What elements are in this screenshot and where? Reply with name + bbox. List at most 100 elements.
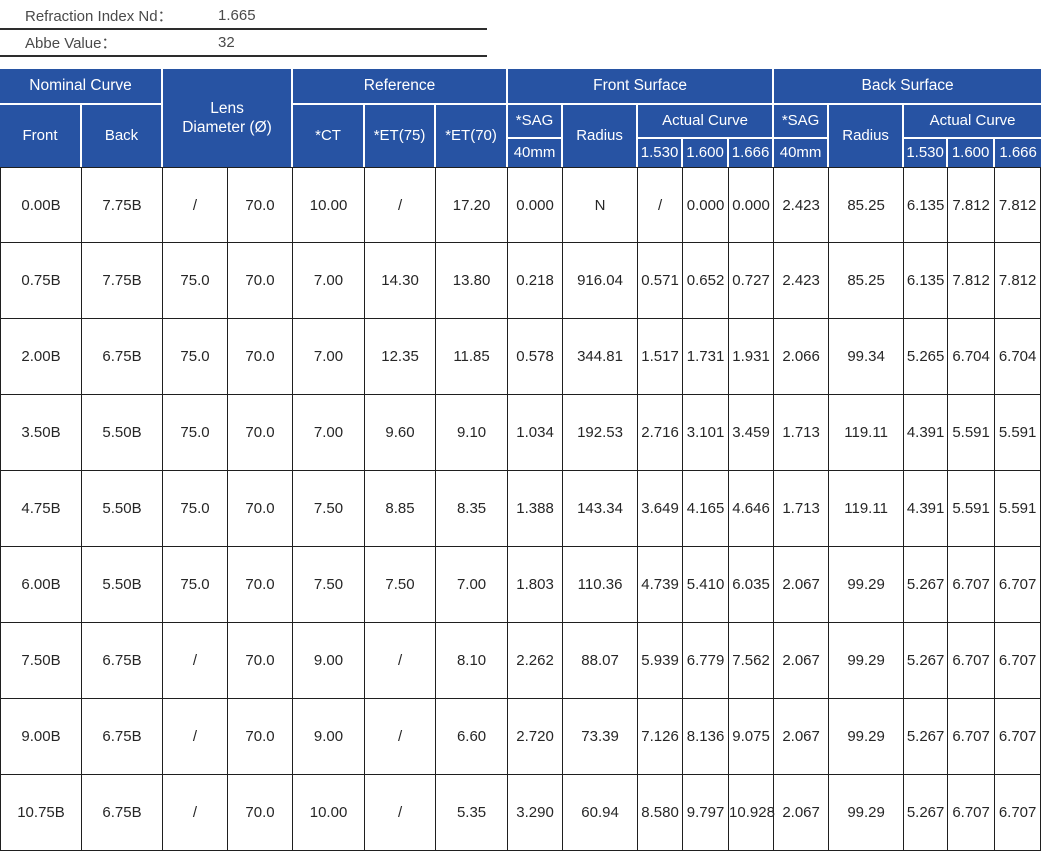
spec-cell: 4.739 [638, 547, 683, 623]
spec-cell: 3.649 [638, 471, 683, 547]
refraction-index-label: Refraction Index Nd： [25, 5, 218, 26]
spec-table-header: Nominal Curve Lens Diameter (Ø) Referenc… [0, 69, 1041, 167]
spec-cell: 85.25 [829, 167, 904, 243]
spec-cell: 5.591 [995, 471, 1041, 547]
spec-cell: 8.85 [365, 471, 436, 547]
spec-cell: / [365, 775, 436, 851]
spec-cell: 88.07 [563, 623, 638, 699]
spec-cell: 70.0 [228, 243, 293, 319]
spec-cell: 10.00 [293, 775, 365, 851]
header-back-sag: *SAG [774, 105, 829, 139]
spec-cell: 5.267 [904, 623, 948, 699]
spec-cell: 4.165 [683, 471, 729, 547]
material-info: Refraction Index Nd： 1.665 Abbe Value： 3… [0, 3, 487, 57]
spec-cell: 6.135 [904, 167, 948, 243]
header-front-actual-curve: Actual Curve [638, 105, 774, 139]
spec-cell: 9.10 [436, 395, 508, 471]
spec-cell: 75.0 [163, 471, 228, 547]
spec-table-body: 0.00B7.75B/70.010.00/17.200.000N/0.0000.… [0, 167, 1041, 851]
spec-cell: 3.101 [683, 395, 729, 471]
spec-cell: 7.812 [995, 243, 1041, 319]
spec-cell: 1.388 [508, 471, 563, 547]
header-et75: *ET(75) [365, 105, 436, 167]
spec-row: 4.75B5.50B75.070.07.508.858.351.388143.3… [0, 471, 1041, 547]
spec-cell: 7.50 [365, 547, 436, 623]
spec-cell: / [365, 699, 436, 775]
spec-cell: 0.218 [508, 243, 563, 319]
spec-cell: 8.136 [683, 699, 729, 775]
spec-cell: 11.85 [436, 319, 508, 395]
header-front-index-1666: 1.666 [729, 139, 774, 167]
spec-cell: 9.60 [365, 395, 436, 471]
spec-cell: 6.035 [729, 547, 774, 623]
spec-cell: 99.29 [829, 775, 904, 851]
spec-cell: 3.290 [508, 775, 563, 851]
spec-cell: 0.000 [683, 167, 729, 243]
spec-cell: 5.35 [436, 775, 508, 851]
spec-cell: 7.126 [638, 699, 683, 775]
spec-cell: 7.00 [293, 395, 365, 471]
spec-cell: 7.00 [293, 319, 365, 395]
spec-cell: 8.580 [638, 775, 683, 851]
spec-cell: 8.35 [436, 471, 508, 547]
spec-cell: / [163, 699, 228, 775]
spec-cell: 4.391 [904, 471, 948, 547]
spec-cell: / [163, 623, 228, 699]
spec-cell: 5.265 [904, 319, 948, 395]
spec-cell: 5.50B [82, 471, 163, 547]
spec-cell: 99.29 [829, 699, 904, 775]
spec-cell: 6.779 [683, 623, 729, 699]
header-front-sag-40mm: 40mm [508, 139, 563, 167]
spec-cell: 7.00 [293, 243, 365, 319]
spec-cell: 9.00B [0, 699, 82, 775]
spec-cell: 7.812 [995, 167, 1041, 243]
spec-cell: 8.10 [436, 623, 508, 699]
spec-cell: 5.50B [82, 395, 163, 471]
spec-cell: / [638, 167, 683, 243]
spec-cell: 85.25 [829, 243, 904, 319]
spec-cell: 110.36 [563, 547, 638, 623]
spec-cell: 2.067 [774, 547, 829, 623]
spec-cell: 9.075 [729, 699, 774, 775]
header-ct: *CT [293, 105, 365, 167]
spec-cell: 70.0 [228, 395, 293, 471]
spec-cell: 6.707 [948, 699, 995, 775]
spec-cell: 3.50B [0, 395, 82, 471]
spec-cell: 6.707 [948, 623, 995, 699]
header-back-index-1530: 1.530 [904, 139, 948, 167]
spec-cell: 9.00 [293, 623, 365, 699]
spec-cell: 7.812 [948, 243, 995, 319]
abbe-value-label: Abbe Value： [25, 32, 218, 53]
spec-cell: 1.713 [774, 395, 829, 471]
spec-cell: 5.410 [683, 547, 729, 623]
spec-cell: 1.034 [508, 395, 563, 471]
spec-cell: 75.0 [163, 395, 228, 471]
spec-cell: 192.53 [563, 395, 638, 471]
header-front-index-1530: 1.530 [638, 139, 683, 167]
spec-cell: 2.066 [774, 319, 829, 395]
spec-cell: 1.803 [508, 547, 563, 623]
spec-cell: 0.000 [729, 167, 774, 243]
spec-cell: / [163, 775, 228, 851]
spec-cell: 13.80 [436, 243, 508, 319]
spec-cell: 6.707 [995, 775, 1041, 851]
header-front-radius: Radius [563, 105, 638, 167]
spec-cell: 7.812 [948, 167, 995, 243]
spec-cell: 1.713 [774, 471, 829, 547]
spec-cell: 10.928 [729, 775, 774, 851]
spec-cell: 0.652 [683, 243, 729, 319]
spec-cell: 9.797 [683, 775, 729, 851]
spec-cell: 2.423 [774, 167, 829, 243]
spec-cell: 2.067 [774, 699, 829, 775]
header-nominal-curve: Nominal Curve [0, 69, 163, 105]
spec-cell: 7.50 [293, 547, 365, 623]
spec-cell: 6.00B [0, 547, 82, 623]
spec-cell: 4.646 [729, 471, 774, 547]
header-front-index-1600: 1.600 [683, 139, 729, 167]
spec-cell: 12.35 [365, 319, 436, 395]
spec-cell: 6.135 [904, 243, 948, 319]
spec-cell: 6.75B [82, 623, 163, 699]
abbe-value-value: 32 [218, 34, 235, 51]
spec-cell: 6.704 [948, 319, 995, 395]
spec-cell: 2.423 [774, 243, 829, 319]
